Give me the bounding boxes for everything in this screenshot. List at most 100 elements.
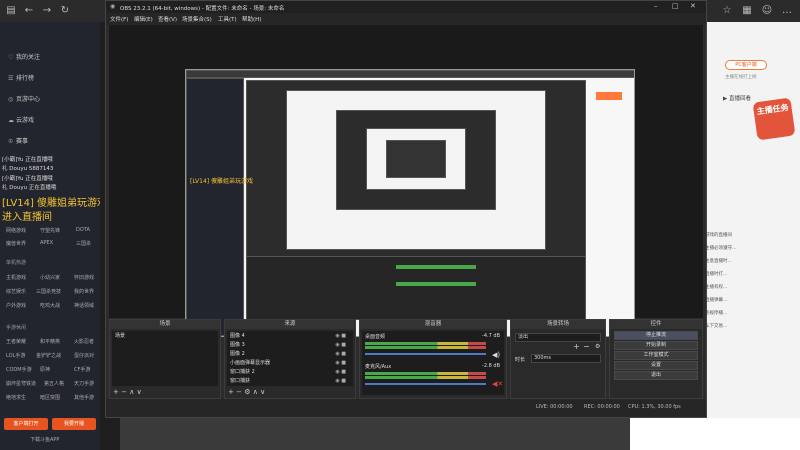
nav-webgames[interactable]: ◎ 页游中心: [8, 94, 40, 103]
eye-lock-icon[interactable]: ◉ ■: [335, 377, 346, 385]
remove-icon[interactable]: −: [121, 388, 127, 396]
category-link[interactable]: 金铲铲之战: [36, 352, 61, 359]
download-app-link[interactable]: 下载斗鱼APP: [30, 436, 59, 443]
menu-file[interactable]: 文件(F): [110, 15, 128, 23]
menu-help[interactable]: 帮助(H): [242, 15, 261, 23]
nav-cloudgame[interactable]: ☁ 云游戏: [8, 115, 34, 124]
minimize-icon[interactable]: –: [654, 2, 658, 10]
speaker-icon[interactable]: ◀): [492, 351, 500, 359]
close-icon[interactable]: ✕: [690, 2, 696, 10]
gear-icon[interactable]: ⚙: [244, 388, 250, 396]
eye-lock-icon[interactable]: ◉ ■: [335, 341, 346, 349]
scene-item[interactable]: 场景: [115, 332, 215, 340]
eye-lock-icon[interactable]: ◉ ■: [335, 332, 346, 340]
source-item[interactable]: 图像 4 ◉ ■: [230, 332, 350, 340]
source-item[interactable]: 图像 2 ◉ ■: [230, 350, 350, 358]
category-link[interactable]: 天刀手游: [74, 380, 94, 387]
remove-icon[interactable]: −: [583, 342, 590, 351]
category-link[interactable]: 崩坏星穹铁道: [6, 380, 36, 387]
category-link[interactable]: 网络游戏: [6, 227, 26, 234]
menu-tools[interactable]: 工具(T): [218, 15, 237, 23]
category-link[interactable]: 户外游戏: [6, 302, 26, 309]
eye-lock-icon[interactable]: ◉ ■: [335, 350, 346, 358]
category-link[interactable]: 神话领域: [74, 302, 94, 309]
category-link[interactable]: 原神: [40, 366, 50, 373]
volume-fader[interactable]: [365, 353, 486, 355]
profile-icon[interactable]: ☺: [760, 4, 774, 18]
capture-toolbar: [186, 70, 634, 78]
start-recording-button[interactable]: 开始录制: [614, 341, 698, 350]
pc-client-badge[interactable]: PC客户端: [725, 60, 767, 70]
up-icon[interactable]: ∧: [253, 388, 258, 396]
add-icon[interactable]: +: [113, 388, 119, 396]
category-link[interactable]: 怀旧游戏: [74, 274, 94, 281]
remove-icon[interactable]: −: [236, 388, 242, 396]
nav-ranking[interactable]: ☰ 排行榜: [8, 73, 34, 82]
category-link[interactable]: 守望先锋: [40, 227, 60, 234]
transitions-dock: 场景转场 淡出 + − ⚙ 时长 300ms: [510, 319, 606, 399]
category-link[interactable]: 其他手游: [74, 394, 94, 401]
add-icon[interactable]: +: [573, 342, 580, 351]
category-link[interactable]: 魔兽世界: [6, 240, 26, 247]
studio-mode-button[interactable]: 工作室模式: [614, 351, 698, 360]
category-link[interactable]: 三国杀: [76, 240, 91, 247]
exit-button[interactable]: 退出: [614, 371, 698, 380]
category-link[interactable]: 王者荣耀: [6, 338, 26, 345]
reload-icon[interactable]: ↻: [58, 4, 72, 18]
eye-lock-icon[interactable]: ◉ ■: [335, 368, 346, 376]
menu-scene-collection[interactable]: 场景集合(S): [182, 15, 212, 23]
duration-input[interactable]: 300ms: [531, 354, 601, 363]
up-icon[interactable]: ∧: [129, 388, 134, 396]
forward-icon[interactable]: →: [40, 4, 54, 18]
source-item[interactable]: 图像 3 ◉ ■: [230, 341, 350, 349]
category-link[interactable]: DOTA: [76, 227, 90, 233]
volume-fader[interactable]: [365, 383, 486, 385]
category-link[interactable]: 小幼兴家: [40, 274, 60, 281]
more-icon[interactable]: …: [780, 4, 794, 18]
favorites-icon[interactable]: ☆: [720, 4, 734, 18]
enter-room-link[interactable]: 进入直播间: [2, 208, 52, 223]
category-link[interactable]: LOL手游: [6, 352, 25, 359]
category-link[interactable]: 和平精英: [40, 338, 60, 345]
maximize-icon[interactable]: □: [672, 2, 679, 10]
nav-esports[interactable]: ♔ 赛事: [8, 136, 28, 145]
eye-lock-icon[interactable]: ◉ ■: [335, 359, 346, 367]
category-link[interactable]: 综艺娱乐: [6, 288, 26, 295]
source-item[interactable]: 窗口捕获 2 ◉ ■: [230, 368, 350, 376]
settings-button[interactable]: 设置: [614, 361, 698, 370]
stream-title[interactable]: [LV14] 傻雕姐弟玩游戏: [2, 194, 100, 209]
add-icon[interactable]: +: [228, 388, 234, 396]
category-link[interactable]: APEX: [40, 240, 53, 246]
category-link[interactable]: 暗区突围: [40, 394, 60, 401]
category-link[interactable]: 我的世界: [74, 288, 94, 295]
category-link[interactable]: 吃鸡大战: [40, 302, 60, 309]
transition-select[interactable]: 淡出: [515, 333, 601, 342]
back-icon[interactable]: ←: [22, 4, 36, 18]
collections-icon[interactable]: ▦: [740, 4, 754, 18]
category-link[interactable]: 火影忍者: [74, 338, 94, 345]
open-client-button[interactable]: 客户端打开: [4, 418, 48, 430]
category-link[interactable]: 第五人格: [44, 380, 64, 387]
category-link[interactable]: 主机游戏: [6, 274, 26, 281]
nav-follow[interactable]: ♡ 我的关注: [8, 52, 40, 61]
task-promo[interactable]: 主播任务: [752, 97, 796, 141]
muted-speaker-icon[interactable]: ◀✕: [492, 380, 503, 388]
menu-view[interactable]: 查看(V): [158, 15, 177, 23]
category-link[interactable]: CODM手游: [6, 366, 32, 373]
category-link[interactable]: CF手游: [74, 366, 90, 373]
category-link[interactable]: 绝地求生: [6, 394, 26, 401]
obs-preview[interactable]: [LV14] 傻雕姐弟玩游戏: [109, 25, 703, 337]
down-icon[interactable]: ∨: [137, 388, 142, 396]
menu-icon[interactable]: ▤: [4, 4, 18, 18]
down-icon[interactable]: ∨: [260, 388, 265, 396]
source-item[interactable]: 窗口捕获 ◉ ■: [230, 377, 350, 385]
category-link[interactable]: 蛋仔派对: [74, 352, 94, 359]
source-item[interactable]: 小画面弹幕显示器 ◉ ■: [230, 359, 350, 367]
menu-edit[interactable]: 编辑(E): [134, 15, 153, 23]
replay-link[interactable]: ▶ 直播回看: [723, 94, 751, 102]
category-link[interactable]: 三国杀竞技: [36, 288, 61, 295]
stop-streaming-button[interactable]: 停止推流: [614, 331, 698, 340]
start-broadcast-button[interactable]: 我要开播: [52, 418, 96, 430]
chat-line: 礼 Douyu 正在直播哦: [2, 185, 57, 191]
gear-icon[interactable]: ⚙: [595, 343, 600, 350]
